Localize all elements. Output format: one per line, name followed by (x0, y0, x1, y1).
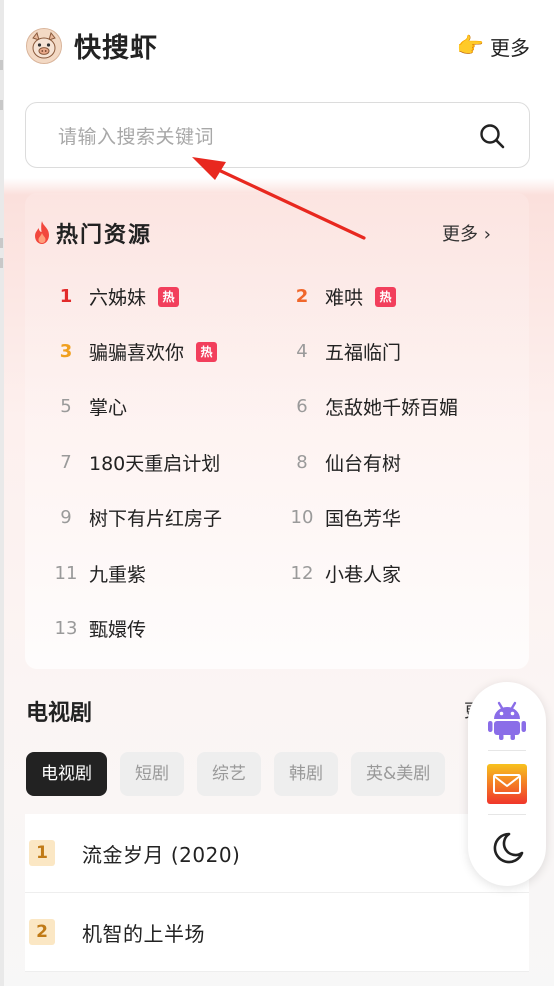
gutter-mark (0, 100, 3, 110)
hot-item[interactable]: 3 骗骗喜欢你 热 (54, 338, 218, 365)
hot-item[interactable]: 1 六姊妹 热 (54, 283, 180, 310)
search-box[interactable]: 请输入搜索关键词 (25, 102, 530, 168)
hot-item[interactable]: 10 国色芳华 (290, 504, 401, 531)
hot-badge: 热 (375, 286, 397, 307)
hot-item-title: 怎敌她千娇百媚 (325, 397, 459, 419)
hot-item-rank: 1 (59, 286, 73, 307)
hot-item-rank: 5 (60, 396, 72, 417)
hot-item-rank: 11 (54, 563, 78, 584)
hot-item-title: 树下有片红房子 (89, 508, 223, 530)
hot-item-title: 甄嬛传 (89, 619, 147, 641)
hot-item-title: 九重紫 (89, 564, 147, 586)
hot-item-rank: 2 (295, 286, 309, 307)
pig-logo-icon[interactable] (26, 28, 62, 64)
hot-item-title: 骗骗喜欢你 (89, 342, 185, 364)
hot-item[interactable]: 11 九重紫 (54, 560, 146, 587)
search-icon[interactable] (479, 123, 505, 149)
hot-item[interactable]: 9 树下有片红房子 (54, 504, 222, 531)
hot-item-rank: 13 (54, 618, 78, 639)
gutter-mark (0, 60, 3, 70)
hot-item-rank: 12 (290, 563, 314, 584)
pointing-hand-icon: 👉 (456, 34, 484, 59)
brand-title: 快搜虾 (74, 33, 158, 64)
hot-item-title: 五福临门 (325, 342, 402, 364)
list-item-rank: 1 (29, 840, 55, 866)
moon-icon[interactable] (485, 826, 529, 870)
tab-short-drama[interactable]: 短剧 (120, 752, 184, 796)
hot-item-title: 仙台有树 (325, 453, 402, 475)
app: 快搜虾 👉 更多 请输入搜索关键词 热门资源 更多 › 1 六姊妹 热 2 难哄… (4, 0, 554, 986)
hot-item[interactable]: 8 仙台有树 (290, 449, 401, 476)
hot-item[interactable]: 7 180天重启计划 (54, 449, 220, 476)
floating-toolbar (468, 682, 546, 886)
hot-item-title: 180天重启计划 (89, 453, 221, 475)
hot-more-link[interactable]: 更多 › (442, 220, 491, 246)
hot-item[interactable]: 13 甄嬛传 (54, 615, 146, 642)
search-input[interactable]: 请输入搜索关键词 (58, 122, 214, 149)
tv-section-title: 电视剧 (26, 701, 93, 726)
hot-item[interactable]: 6 怎敌她千娇百媚 (290, 393, 458, 420)
hot-item-title: 掌心 (89, 397, 128, 419)
header: 快搜虾 👉 更多 (4, 0, 554, 92)
hot-item-rank: 8 (296, 452, 308, 473)
hot-badge: 热 (196, 341, 218, 362)
list-item-title: 机智的上半场 (82, 921, 205, 946)
category-tabs: 电视剧 短剧 综艺 韩剧 英&美剧 (26, 752, 446, 796)
hot-item-title: 小巷人家 (325, 564, 402, 586)
hot-item-rank: 4 (296, 341, 308, 362)
toolbar-divider (488, 750, 526, 751)
top-more-label: 更多 (490, 36, 530, 60)
tv-list: 1 流金岁月 (2020) 2 机智的上半场 (25, 814, 529, 972)
tab-us-uk-drama[interactable]: 英&美剧 (351, 752, 446, 796)
gutter-mark (0, 238, 3, 248)
tab-tv-series[interactable]: 电视剧 (26, 752, 107, 796)
tab-variety[interactable]: 综艺 (197, 752, 261, 796)
hot-item[interactable]: 2 难哄 热 (290, 283, 397, 310)
hot-item-rank: 7 (60, 452, 72, 473)
hot-item[interactable]: 12 小巷人家 (290, 560, 401, 587)
toolbar-divider (488, 814, 526, 815)
hot-item-rank: 3 (59, 341, 73, 362)
hot-badge: 热 (158, 286, 180, 307)
top-more-button[interactable]: 👉 更多 (457, 32, 530, 61)
mail-icon[interactable] (485, 762, 529, 806)
hot-section-title: 热门资源 (56, 223, 153, 248)
list-item-rank: 2 (29, 919, 55, 945)
tab-korean-drama[interactable]: 韩剧 (274, 752, 338, 796)
hot-item-title: 难哄 (325, 287, 364, 309)
list-item[interactable]: 2 机智的上半场 (25, 893, 529, 972)
hot-item[interactable]: 5 掌心 (54, 393, 127, 420)
hot-resources-card (25, 193, 529, 669)
list-item[interactable]: 1 流金岁月 (2020) (25, 814, 529, 893)
hot-item-title: 国色芳华 (325, 508, 402, 530)
hot-item-title: 六姊妹 (89, 287, 147, 309)
hot-item[interactable]: 4 五福临门 (290, 338, 401, 365)
fire-icon (35, 221, 49, 244)
hot-item-rank: 9 (60, 507, 72, 528)
list-item-title: 流金岁月 (2020) (82, 842, 241, 867)
hot-item-rank: 10 (290, 507, 314, 528)
android-icon[interactable] (485, 698, 529, 742)
gutter-mark (0, 258, 3, 268)
hot-item-rank: 6 (296, 396, 308, 417)
